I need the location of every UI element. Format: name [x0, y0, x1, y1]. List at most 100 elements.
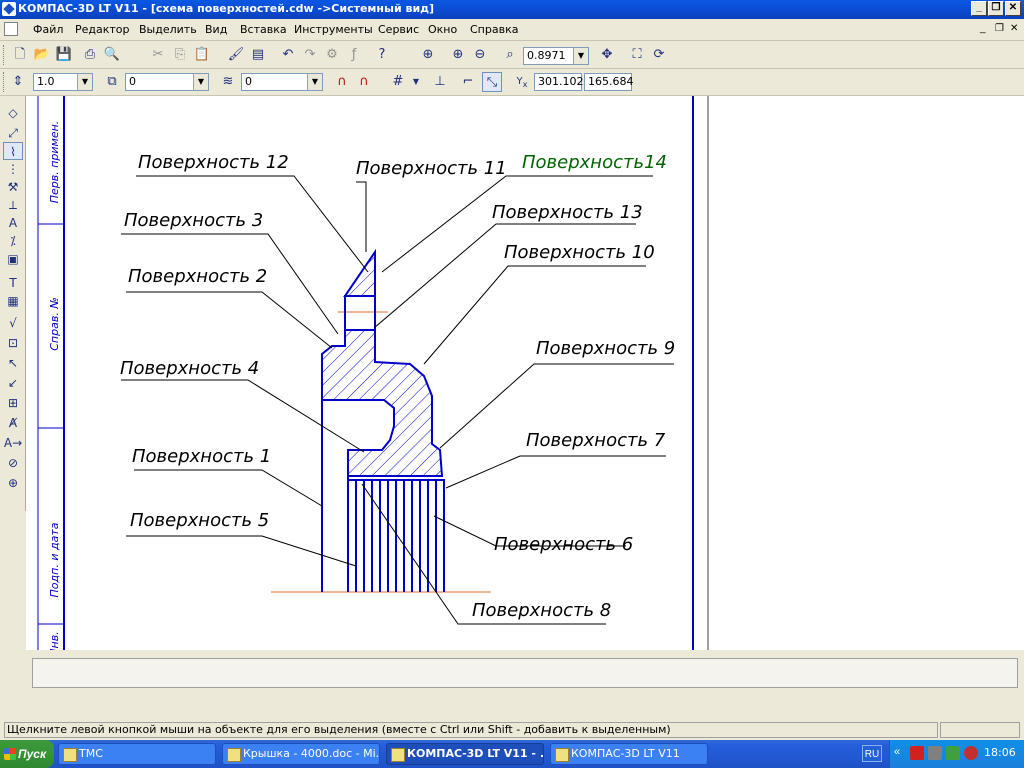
menu-service[interactable]: Сервис	[378, 23, 419, 36]
geometry-icon[interactable]: ◇	[3, 104, 23, 122]
mdi-restore-button[interactable]: ❐	[995, 23, 1004, 34]
mdi-minimize-button[interactable]: _	[980, 23, 986, 34]
position-leader-icon[interactable]: ↙	[3, 374, 23, 392]
menu-tools[interactable]: Инструменты	[294, 23, 373, 36]
base-icon[interactable]: ⊡	[3, 334, 23, 352]
copy-icon[interactable]: ⎘	[170, 45, 190, 65]
task-word-doc[interactable]: Крышка - 4000.doc - Mi...	[222, 743, 380, 765]
label-surface-4[interactable]: Поверхность 4	[120, 358, 259, 379]
antivirus-icon[interactable]	[910, 746, 924, 760]
new-file-icon[interactable]: 🗋	[10, 45, 30, 65]
task-kompas[interactable]: КОМПАС-3D LT V11	[550, 743, 708, 765]
properties-panel-content[interactable]	[32, 658, 1018, 688]
zoom-combo[interactable]: 0.8971 ▼	[523, 47, 589, 65]
line-scale-combo[interactable]: 1.0 ▼	[33, 73, 93, 91]
table-icon[interactable]: ▦	[3, 292, 23, 310]
zoom-window-icon[interactable]: ⊕	[418, 45, 438, 65]
local-snap-icon[interactable]: ∩	[354, 72, 374, 92]
chevron-down-icon[interactable]: ▼	[193, 74, 208, 90]
variables-icon[interactable]: ƒ	[344, 45, 364, 65]
menu-select[interactable]: Выделить	[139, 23, 197, 36]
label-surface-8[interactable]: Поверхность 8	[472, 600, 611, 621]
start-button[interactable]: Пуск	[0, 740, 54, 768]
local-cs-icon[interactable]: ⊥	[430, 72, 450, 92]
menu-editor[interactable]: Редактор	[75, 23, 130, 36]
label-surface-13[interactable]: Поверхность 13	[492, 202, 643, 223]
cut-line-icon[interactable]: Ⱥ	[3, 414, 23, 432]
menu-view[interactable]: Вид	[205, 23, 227, 36]
step-icon[interactable]: ⇕	[8, 72, 28, 92]
properties-icon[interactable]: ▤	[248, 45, 268, 65]
axis-icon[interactable]: ⊘	[3, 454, 23, 472]
editing-icon[interactable]: ⋮	[3, 160, 23, 178]
chevron-down-icon[interactable]: ▼	[77, 74, 92, 90]
associative-views-icon[interactable]: ⁒	[3, 232, 23, 250]
roughness-icon[interactable]: √	[3, 314, 23, 332]
designations-icon[interactable]: ⌇	[3, 142, 23, 160]
coord-y-field[interactable]: 165.684	[584, 73, 634, 91]
selection-icon[interactable]: A	[3, 214, 23, 232]
tolerance-icon[interactable]: ⊞	[3, 394, 23, 412]
label-surface-10[interactable]: Поверхность 10	[504, 242, 655, 263]
restore-button[interactable]: ❐	[988, 1, 1004, 16]
text-icon[interactable]: T	[3, 274, 23, 292]
print-icon[interactable]: ⎙	[80, 45, 100, 65]
drawing-svg[interactable]: Перв. примен. Справ. № Подп. и дата Инв.	[26, 96, 1024, 650]
label-surface-5[interactable]: Поверхность 5	[130, 510, 269, 531]
chevron-down-icon[interactable]: ▼	[573, 48, 588, 64]
label-surface-14[interactable]: Поверхность14	[522, 152, 667, 173]
layer-combo[interactable]: 0 ▼	[241, 73, 323, 91]
label-surface-7[interactable]: Поверхность 7	[526, 430, 666, 451]
redo-icon[interactable]: ↷	[300, 45, 320, 65]
parametrization-icon[interactable]: ⚒	[3, 178, 23, 196]
zoom-out-icon[interactable]: ⊖	[470, 45, 490, 65]
zoom-in-icon[interactable]: ⊕	[448, 45, 468, 65]
grid-icon[interactable]: #	[388, 72, 408, 92]
task-kompas-active[interactable]: КОМПАС-3D LT V11 - ...	[386, 743, 544, 765]
ortho-icon[interactable]: ⌐	[458, 72, 478, 92]
save-icon[interactable]: 💾	[54, 45, 74, 65]
menu-window[interactable]: Окно	[428, 23, 457, 36]
view-arrow-icon[interactable]: A→	[3, 434, 23, 452]
chevron-down-icon[interactable]: ▼	[307, 74, 322, 90]
minimize-button[interactable]: _	[971, 1, 987, 16]
language-indicator[interactable]: RU	[862, 745, 882, 762]
dimensions-icon[interactable]: ⤢	[3, 124, 23, 142]
kompas-app-icon[interactable]	[2, 2, 16, 16]
menu-file[interactable]: Файл	[33, 23, 63, 36]
tray-expand-icon[interactable]: «	[894, 746, 908, 760]
label-surface-2[interactable]: Поверхность 2	[128, 266, 267, 287]
view-combo[interactable]: 0 ▼	[125, 73, 209, 91]
toolbar-grip[interactable]	[3, 45, 6, 65]
undo-icon[interactable]: ↶	[278, 45, 298, 65]
label-surface-11[interactable]: Поверхность 11	[356, 158, 507, 179]
part-section[interactable]	[321, 248, 446, 592]
drawing-canvas[interactable]: Перв. примен. Справ. № Подп. и дата Инв.	[26, 96, 1024, 650]
measure-icon[interactable]: ⟂	[3, 196, 23, 214]
network-icon[interactable]	[928, 746, 942, 760]
close-button[interactable]: ✕	[1005, 1, 1021, 16]
view-icon[interactable]: ⧉	[102, 72, 122, 92]
toolbar-grip[interactable]	[3, 72, 6, 92]
refresh-icon[interactable]: ⟳	[649, 45, 669, 65]
cut-icon[interactable]: ✂	[148, 45, 168, 65]
leader-icon[interactable]: ↖	[3, 354, 23, 372]
label-surface-9[interactable]: Поверхность 9	[536, 338, 675, 359]
menu-help[interactable]: Справка	[470, 23, 518, 36]
zoom-scale-icon[interactable]: ⌕	[500, 45, 520, 65]
spec-icon[interactable]: ▣	[3, 250, 23, 268]
label-surface-3[interactable]: Поверхность 3	[124, 210, 263, 231]
label-surface-6[interactable]: Поверхность 6	[494, 534, 633, 555]
manager-icon[interactable]: ⚙	[322, 45, 342, 65]
coord-x-field[interactable]: 301.102	[534, 73, 584, 91]
menu-insert[interactable]: Вставка	[240, 23, 287, 36]
shield-icon[interactable]	[964, 746, 978, 760]
show-all-icon[interactable]: ⛶	[627, 45, 647, 65]
label-surface-1[interactable]: Поверхность 1	[132, 446, 271, 467]
center-mark-icon[interactable]: ⊕	[3, 474, 23, 492]
layer-icon[interactable]: ≋	[218, 72, 238, 92]
mdi-close-button[interactable]: ✕	[1010, 23, 1018, 34]
round-coords-icon[interactable]: ⤡	[482, 72, 502, 92]
tray-app-icon[interactable]	[946, 746, 960, 760]
format-brush-icon[interactable]: 🖌	[226, 45, 246, 65]
